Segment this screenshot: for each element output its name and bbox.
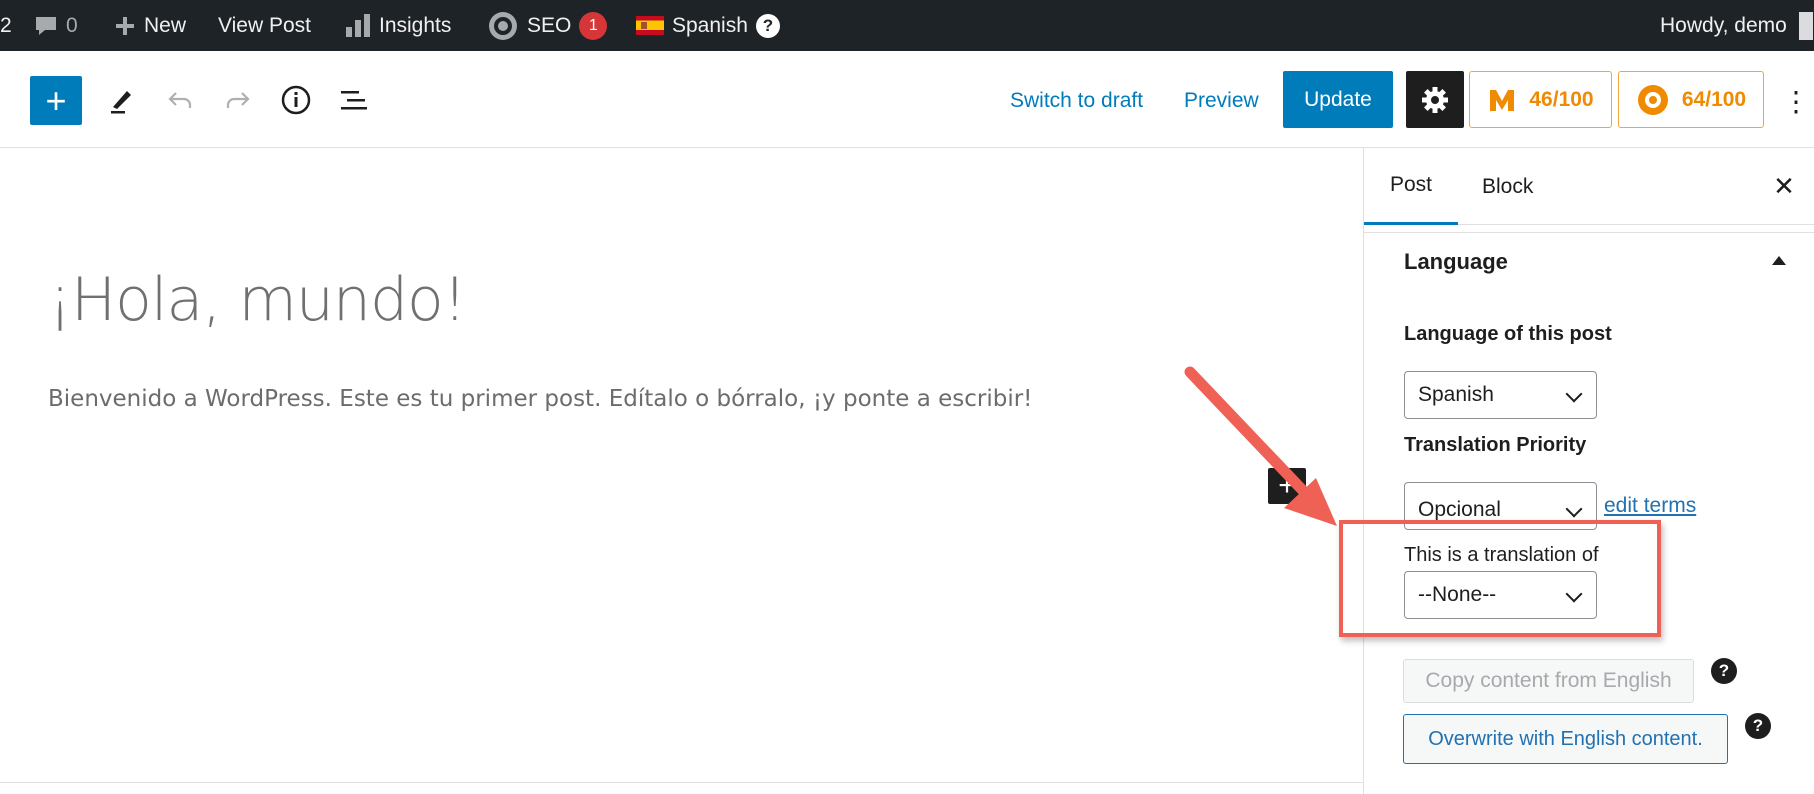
redo-button[interactable] [218,80,258,120]
tab-block[interactable]: Block [1482,148,1533,225]
seo-label: SEO [527,13,572,37]
language-select[interactable]: Spanish [1404,371,1597,419]
post-title[interactable]: ¡Hola, mundo! [48,265,467,335]
view-post-link[interactable]: View Post [218,0,311,51]
greeting: Howdy, demo [1660,13,1787,37]
update-button[interactable]: Update [1283,71,1393,128]
details-button[interactable] [276,80,316,120]
admin-bar: 2 0 New View Post Insights SEO 1 Spanish… [0,0,1814,51]
language-select-value: Spanish [1418,383,1494,406]
preview-button[interactable]: Preview [1184,76,1259,126]
gear-icon [489,11,517,40]
block-inserter-button[interactable]: + [1268,468,1306,504]
readability-score-icon [1637,84,1668,115]
content-divider [0,782,1363,783]
comments-menu[interactable]: 0 [34,0,78,51]
seo-score-button[interactable]: 46/100 [1469,71,1612,128]
admin-bar-count[interactable]: 2 [0,0,12,51]
insights-menu[interactable]: Insights [345,0,451,51]
bar-chart-icon [346,13,370,37]
block-inserter-toggle[interactable]: + [30,76,82,125]
translation-priority-value: Opcional [1418,498,1501,521]
new-label: New [144,13,187,37]
readability-score-button[interactable]: 64/100 [1618,71,1764,128]
editor-header: + Switch to draft Preview Update 46/100 [0,51,1814,148]
close-icon[interactable]: ✕ [1764,166,1804,206]
post-paragraph[interactable]: Bienvenido a WordPress. Este es tu prime… [48,386,1032,412]
language-label: Spanish [672,13,748,37]
list-view-button[interactable] [334,80,374,120]
collapse-icon[interactable] [1772,256,1786,265]
redo-icon [226,92,250,108]
undo-button[interactable] [160,80,200,120]
spain-flag-icon [636,16,664,35]
translation-priority-label: Translation Priority [1404,434,1587,456]
chevron-down-icon [1565,500,1583,518]
language-panel-title[interactable]: Language [1404,249,1508,275]
edit-terms-link[interactable]: edit terms [1604,494,1696,518]
chevron-down-icon [1565,385,1583,403]
undo-icon [168,92,192,108]
avatar [1798,11,1813,40]
more-options-button[interactable]: ⋮ [1782,76,1810,126]
seo-score-icon [1490,89,1515,111]
pencil-icon [111,91,131,114]
help-icon[interactable]: ? [1711,658,1737,684]
plus-icon: + [45,79,67,121]
help-icon[interactable]: ? [1745,713,1771,739]
language-menu[interactable]: Spanish ? [636,0,780,51]
insights-label: Insights [379,13,452,37]
seo-notification-badge: 1 [579,11,608,40]
plus-icon [116,16,134,35]
view-post-label: View Post [218,13,311,37]
admin-bar-count-label: 2 [0,13,12,37]
comment-bubble-icon [36,16,56,35]
panel-divider [1364,232,1814,233]
tools-button[interactable] [102,80,142,120]
new-content-menu[interactable]: New [114,0,186,51]
comments-count: 0 [66,13,78,37]
readability-score-value: 64/100 [1681,87,1747,111]
seo-score-value: 46/100 [1529,87,1594,111]
tab-post[interactable]: Post [1364,148,1458,225]
overwrite-content-button[interactable]: Overwrite with English content. [1403,714,1728,764]
switch-to-draft-button[interactable]: Switch to draft [1010,76,1143,126]
list-view-icon [341,91,367,110]
settings-button[interactable] [1406,71,1464,128]
copy-content-button[interactable]: Copy content from English [1403,659,1694,703]
annotation-highlight-box [1339,520,1661,637]
sidebar-tabs: Post Block ✕ [1364,148,1814,225]
my-account-menu[interactable]: Howdy, demo [1660,0,1813,51]
seo-menu[interactable]: SEO 1 [487,0,608,51]
cog-icon [1422,86,1448,113]
info-icon [281,85,311,115]
language-of-post-label: Language of this post [1404,323,1612,345]
help-icon[interactable]: ? [755,13,780,38]
settings-sidebar: Post Block ✕ Language Language of this p… [1363,148,1814,794]
